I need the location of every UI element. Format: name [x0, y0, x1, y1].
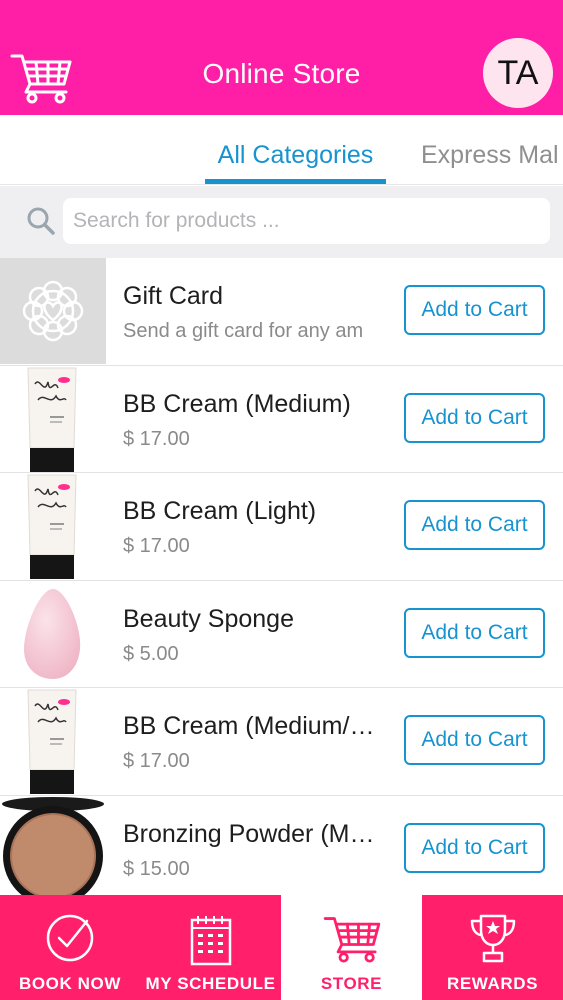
bottom-navigation: BOOK NOW MY SCHEDULE STORE REWARDS	[0, 895, 563, 1000]
search-bar	[0, 186, 563, 258]
nav-my-schedule[interactable]: MY SCHEDULE	[140, 895, 281, 1000]
add-to-cart-button[interactable]: Add to Cart	[404, 607, 545, 658]
product-name: BB Cream (Medium/…	[123, 712, 375, 740]
product-name: BB Cream (Light)	[123, 497, 317, 525]
bb-cream-tube-image	[0, 473, 106, 579]
product-name: Bronzing Powder (M…	[123, 819, 375, 848]
product-name: Gift Card	[123, 282, 224, 310]
bb-cream-tube-image	[0, 688, 106, 794]
beauty-sponge-image	[0, 581, 106, 687]
product-list: Gift Card Send a gift card for any am Ad…	[0, 258, 563, 895]
product-price: $ 15.00	[123, 857, 190, 880]
header-bar: Online Store TA	[0, 0, 563, 115]
product-price: $ 17.00	[123, 750, 190, 772]
search-input[interactable]	[63, 198, 550, 244]
nav-store[interactable]: STORE	[281, 895, 422, 1000]
product-row: Beauty Sponge $ 5.00 Add to Cart	[0, 580, 563, 688]
product-price: $ 5.00	[123, 642, 179, 665]
check-circle-icon	[46, 914, 94, 962]
product-price: $ 17.00	[123, 427, 190, 450]
product-name: Beauty Sponge	[123, 604, 294, 633]
tab-all-categories[interactable]: All Categories	[205, 141, 386, 170]
nav-rewards[interactable]: REWARDS	[422, 895, 563, 1000]
gift-card-image	[0, 258, 106, 364]
product-row: BB Cream (Light) $ 17.00 Add to Cart	[0, 473, 563, 581]
avatar[interactable]: TA	[483, 38, 553, 108]
product-row: BB Cream (Medium) $ 17.00 Add to Cart	[0, 365, 563, 473]
product-row: BB Cream (Medium/… $ 17.00 Add to Cart	[0, 688, 563, 796]
product-row: Bronzing Powder (M… $ 15.00 Add to Cart	[0, 795, 563, 895]
bb-cream-tube-image	[0, 366, 106, 472]
nav-book-now[interactable]: BOOK NOW	[0, 895, 140, 1000]
product-row: Gift Card Send a gift card for any am Ad…	[0, 258, 563, 366]
add-to-cart-button[interactable]: Add to Cart	[404, 392, 545, 443]
search-icon	[27, 207, 55, 235]
calendar-icon	[190, 916, 231, 966]
nav-label: BOOK NOW	[18, 974, 122, 993]
add-to-cart-button[interactable]: Add to Cart	[404, 715, 545, 765]
category-tabs: All Categories Express Mal	[0, 115, 563, 185]
tab-express[interactable]: Express Mal	[421, 141, 559, 170]
cart-icon	[323, 917, 380, 963]
nav-label: REWARDS	[446, 974, 539, 993]
product-name: BB Cream (Medium)	[123, 389, 351, 418]
product-price: $ 17.00	[123, 535, 190, 557]
add-to-cart-button[interactable]: Add to Cart	[404, 500, 545, 550]
bronzing-powder-image	[0, 796, 106, 895]
add-to-cart-button[interactable]: Add to Cart	[404, 822, 545, 873]
nav-label: STORE	[320, 974, 383, 993]
trophy-icon	[470, 914, 515, 963]
nav-label: MY SCHEDULE	[145, 974, 276, 993]
page-title: Online Store	[202, 58, 361, 89]
product-description: Send a gift card for any am	[123, 320, 364, 342]
add-to-cart-button[interactable]: Add to Cart	[404, 285, 545, 335]
active-tab-indicator	[205, 179, 386, 184]
